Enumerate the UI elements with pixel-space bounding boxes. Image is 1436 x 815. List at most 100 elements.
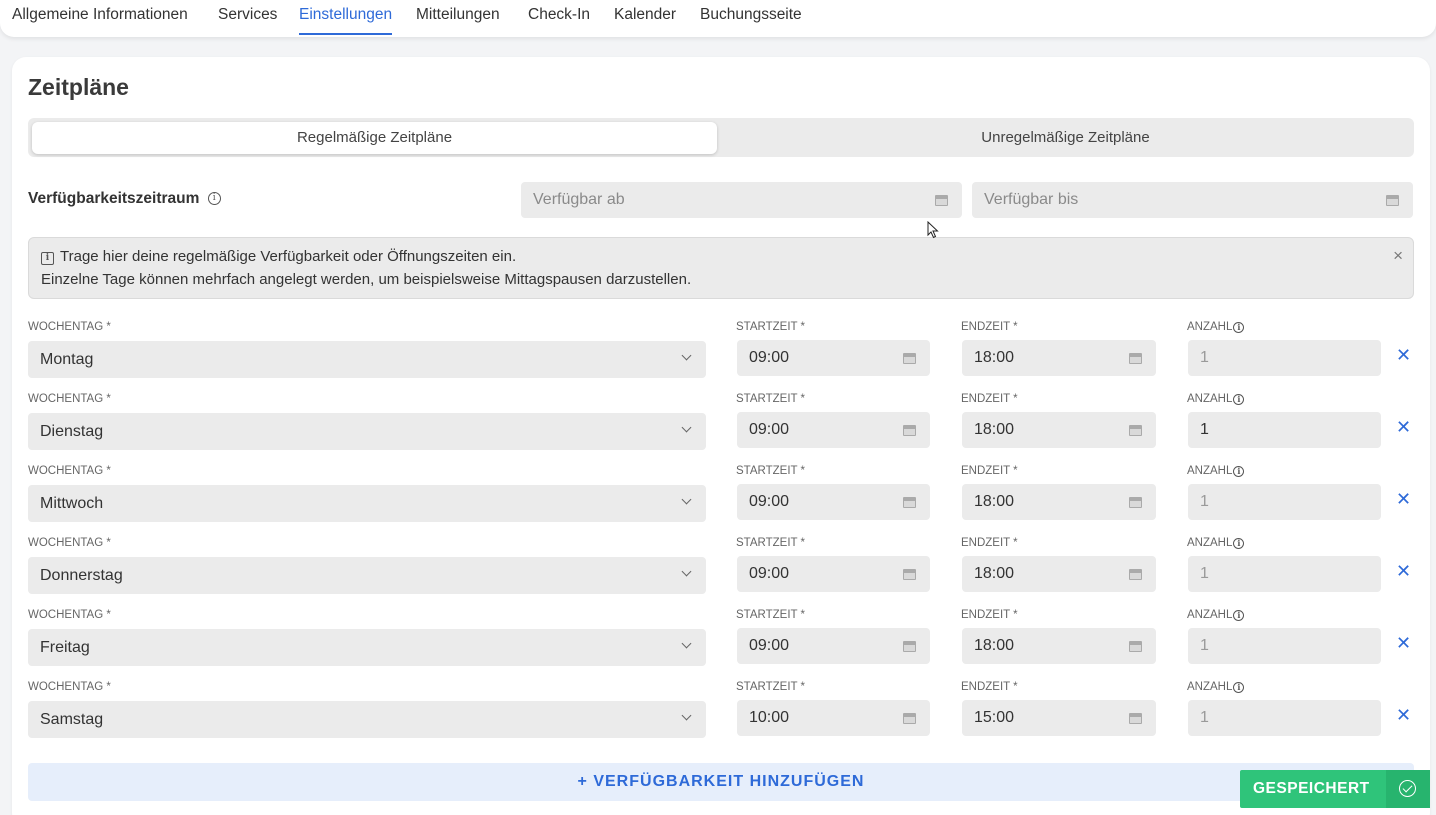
end-time-label: ENDZEIT *: [961, 465, 1018, 477]
remove-row-icon[interactable]: ✕: [1396, 561, 1411, 582]
weekday-value: Donnerstag: [40, 567, 123, 584]
chevron-down-icon: [681, 710, 692, 721]
count-label: ANZAHL i: [1187, 321, 1245, 333]
tab-check-in[interactable]: Check-In: [528, 6, 590, 24]
start-time-input[interactable]: 09:00: [737, 556, 930, 592]
calendar-icon[interactable]: [903, 351, 916, 364]
start-time-label: STARTZEIT *: [736, 537, 806, 549]
count-input[interactable]: 1: [1188, 484, 1381, 520]
calendar-icon[interactable]: [903, 495, 916, 508]
weekday-label: WOCHENTAG *: [28, 465, 111, 477]
tab-services[interactable]: Services: [218, 6, 277, 24]
weekday-label: WOCHENTAG *: [28, 609, 111, 621]
start-time-input[interactable]: 09:00: [737, 412, 930, 448]
start-time-input[interactable]: 09:00: [737, 340, 930, 376]
start-time-value: 09:00: [749, 637, 790, 654]
remove-row-icon[interactable]: ✕: [1396, 345, 1411, 366]
weekday-label: WOCHENTAG *: [28, 537, 111, 549]
calendar-icon[interactable]: [1129, 423, 1142, 436]
regular-schedules-option[interactable]: Regelmäßige Zeitpläne: [32, 122, 717, 154]
end-time-value: 15:00: [974, 709, 1015, 726]
calendar-icon[interactable]: [935, 193, 948, 206]
info-icon[interactable]: i: [1233, 322, 1245, 333]
remove-row-icon[interactable]: ✕: [1396, 417, 1411, 438]
saved-label: GESPEICHERT: [1253, 780, 1370, 797]
remove-row-icon[interactable]: ✕: [1396, 489, 1411, 510]
available-to-input[interactable]: Verfügbar bis: [972, 182, 1413, 218]
count-input[interactable]: 1: [1188, 628, 1381, 664]
calendar-icon[interactable]: [903, 423, 916, 436]
end-time-value: 18:00: [974, 349, 1015, 366]
start-time-label: STARTZEIT *: [736, 321, 806, 333]
calendar-icon[interactable]: [1386, 193, 1399, 206]
calendar-icon[interactable]: [1129, 351, 1142, 364]
check-circle-icon: [1386, 770, 1430, 808]
chevron-down-icon: [681, 638, 692, 649]
weekday-select[interactable]: Montag: [28, 341, 706, 378]
info-notice: i Trage hier deine regelmäßige Verfügbark…: [28, 237, 1414, 299]
irregular-schedules-option[interactable]: Unregelmäßige Zeitpläne: [717, 118, 1414, 157]
count-label-text: ANZAHL: [1187, 609, 1233, 621]
count-input[interactable]: 1: [1188, 340, 1381, 376]
start-time-label: STARTZEIT *: [736, 609, 806, 621]
end-time-input[interactable]: 18:00: [962, 556, 1156, 592]
tab-booking-page[interactable]: Buchungsseite: [700, 6, 802, 24]
section-title: Zeitpläne: [28, 74, 129, 100]
remove-row-icon[interactable]: ✕: [1396, 705, 1411, 726]
info-icon[interactable]: i: [1233, 610, 1245, 621]
close-icon[interactable]: ×: [1393, 244, 1403, 267]
info-icon[interactable]: i: [1233, 682, 1245, 693]
start-time-input[interactable]: 10:00: [737, 700, 930, 736]
end-time-label: ENDZEIT *: [961, 681, 1018, 693]
calendar-icon[interactable]: [1129, 711, 1142, 724]
weekday-value: Mittwoch: [40, 495, 104, 512]
end-time-input[interactable]: 15:00: [962, 700, 1156, 736]
schedules-card: Zeitpläne Regelmäßige Zeitpläne Unregelm…: [12, 57, 1430, 815]
add-availability-button[interactable]: + VERFÜGBARKEIT HINZUFÜGEN: [28, 763, 1414, 801]
weekday-select[interactable]: Samstag: [28, 701, 706, 738]
info-icon[interactable]: i: [1233, 466, 1245, 477]
tab-settings[interactable]: Einstellungen: [299, 6, 393, 35]
end-time-input[interactable]: 18:00: [962, 412, 1156, 448]
calendar-icon[interactable]: [1129, 567, 1142, 580]
end-time-value: 18:00: [974, 421, 1015, 438]
info-icon[interactable]: i: [207, 192, 221, 206]
info-icon[interactable]: i: [1233, 394, 1245, 405]
end-time-value: 18:00: [974, 637, 1015, 654]
count-label-text: ANZAHL: [1187, 393, 1233, 405]
count-input[interactable]: 1: [1188, 700, 1381, 736]
calendar-icon[interactable]: [903, 567, 916, 580]
end-time-label: ENDZEIT *: [961, 609, 1018, 621]
count-label: ANZAHL i: [1187, 681, 1245, 693]
available-from-input[interactable]: Verfügbar ab: [521, 182, 962, 218]
count-label-text: ANZAHL: [1187, 321, 1233, 333]
chevron-down-icon: [681, 422, 692, 433]
count-input[interactable]: 1: [1188, 556, 1381, 592]
calendar-icon[interactable]: [1129, 639, 1142, 652]
weekday-select[interactable]: Dienstag: [28, 413, 706, 450]
remove-row-icon[interactable]: ✕: [1396, 633, 1411, 654]
end-time-label: ENDZEIT *: [961, 537, 1018, 549]
settings-tabs: Allgemeine Informationen Services Einste…: [0, 0, 1436, 37]
tab-messages[interactable]: Mitteilungen: [416, 6, 500, 24]
start-time-input[interactable]: 09:00: [737, 484, 930, 520]
count-input[interactable]: 1: [1188, 412, 1381, 448]
saved-status-button[interactable]: GESPEICHERT: [1240, 770, 1430, 808]
calendar-icon[interactable]: [1129, 495, 1142, 508]
start-time-value: 09:00: [749, 493, 790, 510]
calendar-icon[interactable]: [903, 639, 916, 652]
weekday-select[interactable]: Mittwoch: [28, 485, 706, 522]
count-label-text: ANZAHL: [1187, 681, 1233, 693]
weekday-select[interactable]: Donnerstag: [28, 557, 706, 594]
end-time-input[interactable]: 18:00: [962, 484, 1156, 520]
tab-general-info[interactable]: Allgemeine Informationen: [12, 6, 188, 24]
info-icon[interactable]: i: [1233, 538, 1245, 549]
end-time-input[interactable]: 18:00: [962, 628, 1156, 664]
calendar-icon[interactable]: [903, 711, 916, 724]
end-time-input[interactable]: 18:00: [962, 340, 1156, 376]
weekday-select[interactable]: Freitag: [28, 629, 706, 666]
start-time-label: STARTZEIT *: [736, 393, 806, 405]
tab-calendar[interactable]: Kalender: [614, 6, 676, 24]
start-time-input[interactable]: 09:00: [737, 628, 930, 664]
weekday-value: Freitag: [40, 639, 90, 656]
